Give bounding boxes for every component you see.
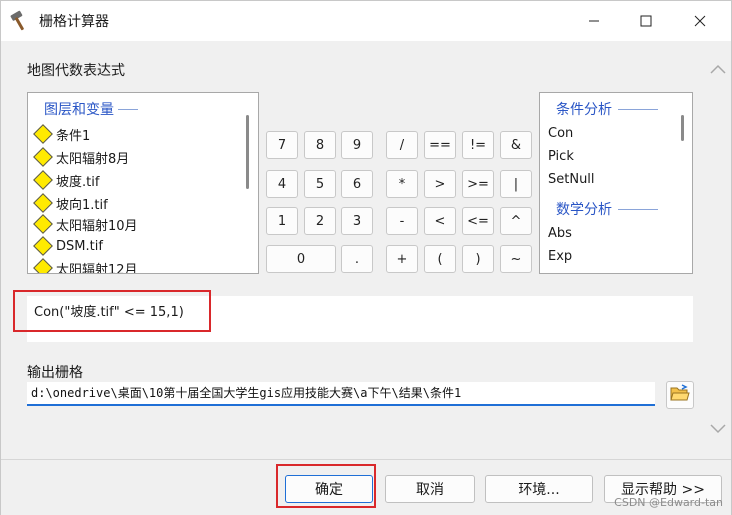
- key-greater-equal[interactable]: >=: [462, 170, 494, 198]
- key-3[interactable]: 3: [341, 207, 373, 235]
- hammer-icon: [9, 10, 31, 32]
- function-item-con[interactable]: Con: [548, 126, 573, 141]
- raster-layer-icon: [33, 236, 53, 256]
- minimize-button[interactable]: [571, 1, 617, 41]
- raster-layer-icon: [33, 214, 53, 234]
- layer-item[interactable]: DSM.tif: [33, 235, 103, 257]
- folder-open-icon: [670, 384, 690, 406]
- close-icon: [694, 15, 706, 27]
- expression-section-label: 地图代数表达式: [27, 63, 125, 79]
- dialog-body: 地图代数表达式 图层和变量 条件1 太阳辐射8月 坡度.tif 坡向1.tif: [1, 41, 731, 459]
- key-divide[interactable]: /: [386, 131, 418, 159]
- group-header-math: 数学分析: [556, 199, 658, 219]
- key-not-equal[interactable]: !=: [462, 131, 494, 159]
- layer-item[interactable]: 条件1: [33, 123, 90, 145]
- layer-item[interactable]: 太阳辐射12月: [33, 257, 138, 273]
- raster-layer-icon: [33, 258, 53, 273]
- layer-item[interactable]: 坡向1.tif: [33, 192, 108, 214]
- ok-highlight-box: [276, 464, 376, 508]
- key-or[interactable]: |: [500, 170, 532, 198]
- expression-highlight-box: [13, 290, 211, 332]
- key-9[interactable]: 9: [341, 131, 373, 159]
- key-0[interactable]: 0: [266, 245, 336, 273]
- key-xor[interactable]: ^: [500, 207, 532, 235]
- watermark: CSDN @Edward-tan: [614, 496, 723, 509]
- function-item-pick[interactable]: Pick: [548, 149, 574, 164]
- function-item-abs[interactable]: Abs: [548, 226, 572, 241]
- title-bar: 栅格计算器: [1, 1, 731, 41]
- layer-item[interactable]: 太阳辐射8月: [33, 146, 129, 168]
- close-button[interactable]: [677, 1, 723, 41]
- maximize-icon: [640, 15, 652, 27]
- key-and[interactable]: &: [500, 131, 532, 159]
- key-open-paren[interactable]: (: [424, 245, 456, 273]
- key-close-paren[interactable]: ): [462, 245, 494, 273]
- key-8[interactable]: 8: [304, 131, 336, 159]
- group-header-conditional: 条件分析: [556, 99, 658, 119]
- key-1[interactable]: 1: [266, 207, 298, 235]
- tools-list[interactable]: 条件分析 Con Pick SetNull 数学分析 Abs Exp: [539, 92, 693, 274]
- chevron-down-icon[interactable]: [709, 423, 727, 439]
- key-2[interactable]: 2: [304, 207, 336, 235]
- minimize-icon: [588, 15, 600, 27]
- raster-calculator-window: 栅格计算器 地图代数表达式 图层和变量 条件1 太阳辐射8月 坡度.tif 坡向…: [0, 0, 732, 515]
- window-title: 栅格计算器: [39, 14, 109, 30]
- tools-scrollbar[interactable]: [681, 115, 684, 141]
- raster-layer-icon: [33, 147, 53, 167]
- layers-list-header: 图层和变量: [44, 99, 138, 119]
- layer-item[interactable]: 太阳辐射10月: [33, 213, 138, 235]
- environments-button[interactable]: 环境...: [485, 475, 593, 503]
- layers-list[interactable]: 图层和变量 条件1 太阳辐射8月 坡度.tif 坡向1.tif 太阳辐射10月: [27, 92, 259, 274]
- key-less-equal[interactable]: <=: [462, 207, 494, 235]
- key-equal[interactable]: ==: [424, 131, 456, 159]
- key-minus[interactable]: -: [386, 207, 418, 235]
- key-decimal[interactable]: .: [341, 245, 373, 273]
- key-multiply[interactable]: *: [386, 170, 418, 198]
- key-less[interactable]: <: [424, 207, 456, 235]
- key-4[interactable]: 4: [266, 170, 298, 198]
- layer-item[interactable]: 坡度.tif: [33, 169, 99, 191]
- browse-output-button[interactable]: [666, 381, 694, 409]
- raster-layer-icon: [33, 124, 53, 144]
- cancel-button[interactable]: 取消: [385, 475, 475, 503]
- dialog-footer: 确定 取消 环境... 显示帮助 >> CSDN @Edward-tan: [1, 459, 731, 515]
- layers-scrollbar[interactable]: [246, 115, 249, 189]
- chevron-up-icon[interactable]: [709, 63, 727, 79]
- key-not[interactable]: ~: [500, 245, 532, 273]
- function-item-setnull[interactable]: SetNull: [548, 172, 595, 187]
- key-greater[interactable]: >: [424, 170, 456, 198]
- output-raster-label: 输出栅格: [27, 365, 83, 381]
- maximize-button[interactable]: [623, 1, 669, 41]
- key-5[interactable]: 5: [304, 170, 336, 198]
- key-7[interactable]: 7: [266, 131, 298, 159]
- raster-layer-icon: [33, 193, 53, 213]
- function-item-exp[interactable]: Exp: [548, 249, 572, 264]
- output-raster-input[interactable]: d:\onedrive\桌面\10第十届全国大学生gis应用技能大赛\a下午\结…: [27, 382, 655, 406]
- key-plus[interactable]: +: [386, 245, 418, 273]
- key-6[interactable]: 6: [341, 170, 373, 198]
- raster-layer-icon: [33, 170, 53, 190]
